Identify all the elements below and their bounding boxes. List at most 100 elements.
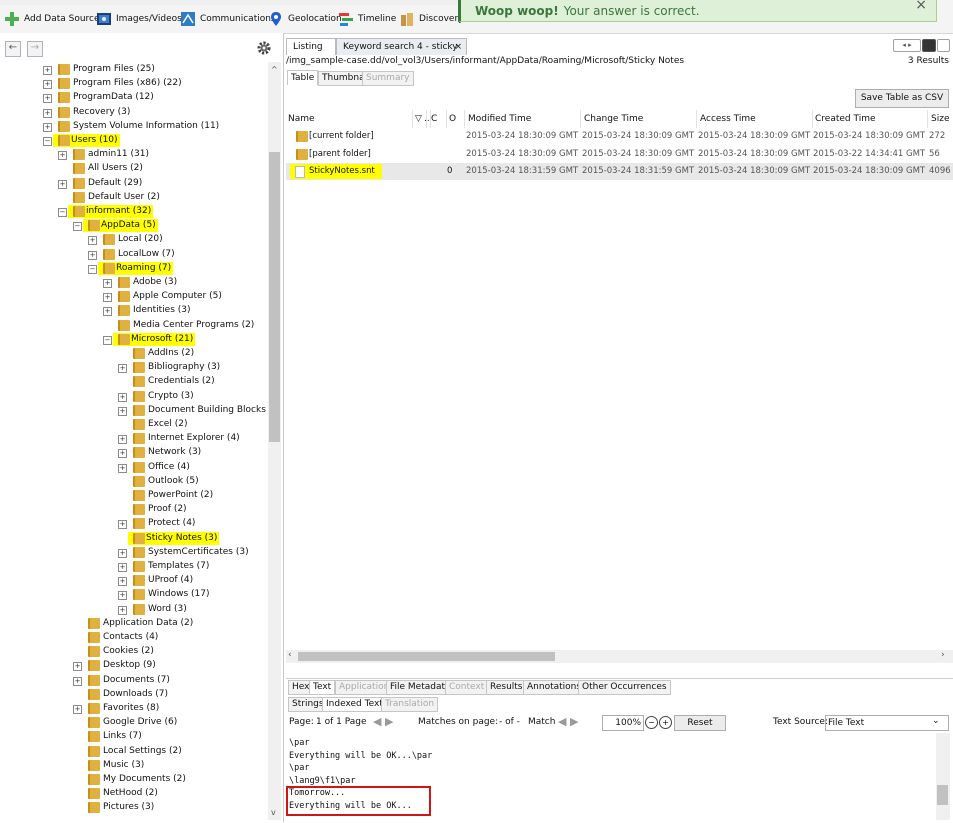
expand-icon[interactable]: +: [118, 605, 127, 615]
col-created-time[interactable]: Created Time: [813, 110, 928, 128]
tree-node[interactable]: Credentials (2): [0, 375, 268, 388]
expand-icon[interactable]: +: [103, 307, 112, 317]
tree-node[interactable]: + SystemCertificates (3): [0, 546, 268, 559]
tree-node[interactable]: + UProof (4): [0, 574, 268, 587]
collapse-icon[interactable]: −: [88, 264, 97, 274]
reset-button[interactable]: Reset: [674, 715, 726, 731]
forward-arrow-icon[interactable]: →: [27, 41, 43, 57]
next-match-arrow-icon[interactable]: ◀ ▶: [558, 715, 578, 728]
discovery-button[interactable]: Discovery: [399, 8, 463, 30]
zoom-in-icon[interactable]: +: [659, 716, 672, 729]
tree-node[interactable]: + Bibliography (3): [0, 361, 268, 374]
tree-node[interactable]: + Local (20): [0, 233, 268, 246]
expand-icon[interactable]: +: [118, 463, 127, 473]
tree-node[interactable]: Cookies (2): [0, 645, 268, 658]
zoom-out-icon[interactable]: −: [645, 716, 658, 729]
back-arrow-icon[interactable]: ←: [5, 41, 21, 57]
tab-summary[interactable]: Summary: [362, 71, 414, 86]
tree-node[interactable]: + Recovery (3): [0, 106, 268, 119]
tab-context[interactable]: Context: [445, 680, 489, 695]
tree-node[interactable]: Default User (2): [0, 191, 268, 204]
tab-text[interactable]: Text: [309, 680, 336, 695]
tree-node[interactable]: − Roaming (7): [0, 261, 268, 275]
tree-node[interactable]: + Adobe (3): [0, 276, 268, 289]
tab-annotations[interactable]: Annotations: [523, 680, 586, 695]
expand-icon[interactable]: +: [43, 94, 52, 104]
col-occurrences[interactable]: O: [447, 110, 465, 128]
expand-icon[interactable]: +: [118, 406, 127, 416]
collapse-icon[interactable]: −: [43, 137, 52, 146]
tree-node[interactable]: + admin11 (31): [0, 148, 268, 161]
tree-node[interactable]: Music (3): [0, 759, 268, 772]
tree-node[interactable]: + Protect (4): [0, 517, 268, 530]
tree-node[interactable]: + Program Files (x86) (22): [0, 77, 268, 90]
tree-node[interactable]: + Network (3): [0, 446, 268, 459]
scroll-down-icon[interactable]: v: [271, 808, 276, 817]
tree-node[interactable]: + Office (4): [0, 461, 268, 474]
col-comment[interactable]: C: [429, 110, 447, 128]
scroll-left-icon[interactable]: ‹: [288, 650, 292, 660]
expand-icon[interactable]: +: [43, 108, 52, 118]
tab-translation[interactable]: Translation: [381, 697, 439, 712]
add-data-source-button[interactable]: Add Data Source: [4, 8, 100, 30]
table-row[interactable]: [parent folder] 2015-03-24 18:30:09 GMT …: [286, 146, 953, 163]
communications-button[interactable]: Communications: [180, 8, 276, 30]
tree-node[interactable]: + Internet Explorer (4): [0, 432, 268, 445]
tree-node[interactable]: + Favorites (8): [0, 702, 268, 715]
tab-listing[interactable]: Listing: [286, 38, 336, 55]
collapse-icon[interactable]: −: [103, 335, 112, 345]
tree-node[interactable]: + LocalLow (7): [0, 248, 268, 261]
tree-node[interactable]: Sticky Notes (3): [0, 531, 268, 545]
tree-node[interactable]: + ProgramData (12): [0, 91, 268, 104]
tree-node[interactable]: All Users (2): [0, 162, 268, 175]
tree-node[interactable]: Local Settings (2): [0, 745, 268, 758]
tree-node[interactable]: Pictures (3): [0, 801, 268, 814]
tree-node[interactable]: + Document Building Blocks (3): [0, 404, 268, 417]
col-modified-time[interactable]: Modified Time: [466, 110, 581, 128]
text-source-select[interactable]: File Text: [825, 715, 949, 731]
timeline-button[interactable]: Timeline: [338, 8, 396, 30]
tree-node[interactable]: Media Center Programs (2): [0, 319, 268, 332]
expand-icon[interactable]: +: [103, 279, 112, 288]
tree-node[interactable]: Outlook (5): [0, 475, 268, 488]
tree-node[interactable]: + Desktop (9): [0, 659, 268, 672]
tree-node[interactable]: + Program Files (25): [0, 63, 268, 76]
col-access-time[interactable]: Access Time: [698, 110, 813, 128]
images-videos-button[interactable]: Images/Videos: [96, 8, 182, 30]
collapse-icon[interactable]: −: [58, 208, 67, 217]
tree-node[interactable]: + Crypto (3): [0, 390, 268, 403]
tree-node[interactable]: Proof (2): [0, 503, 268, 516]
expand-icon[interactable]: +: [43, 80, 52, 90]
prev-page-arrow-icon[interactable]: ◀ ▶: [373, 715, 393, 728]
tree-node[interactable]: My Documents (2): [0, 773, 268, 786]
tree-node[interactable]: Excel (2): [0, 418, 268, 431]
table-scrollbar-thumb[interactable]: [298, 652, 555, 661]
tree-node[interactable]: + Documents (7): [0, 674, 268, 687]
tree-node[interactable]: + Word (3): [0, 603, 268, 616]
maximize-icon[interactable]: [937, 39, 950, 52]
col-name[interactable]: Name: [286, 110, 413, 128]
tree-node[interactable]: Contacts (4): [0, 631, 268, 644]
expand-icon[interactable]: +: [118, 392, 127, 402]
scroll-up-icon[interactable]: ^: [271, 65, 278, 74]
expand-icon[interactable]: +: [118, 435, 127, 445]
expand-icon[interactable]: +: [118, 548, 127, 558]
tree-node[interactable]: Downloads (7): [0, 688, 268, 701]
geolocation-button[interactable]: Geolocation: [268, 8, 342, 30]
expand-icon[interactable]: +: [73, 662, 82, 672]
tree-node[interactable]: PowerPoint (2): [0, 489, 268, 502]
close-icon[interactable]: ×: [915, 0, 927, 13]
expand-icon[interactable]: +: [73, 676, 82, 686]
tab-other-occurrences[interactable]: Other Occurrences: [578, 680, 671, 695]
chevron-down-icon[interactable]: ⌄: [932, 716, 940, 726]
expand-icon[interactable]: +: [118, 364, 127, 374]
expand-icon[interactable]: +: [73, 705, 82, 714]
expand-icon[interactable]: +: [43, 66, 52, 75]
table-row[interactable]: [current folder] 2015-03-24 18:30:09 GMT…: [286, 128, 953, 145]
tab-results[interactable]: Results: [486, 680, 527, 695]
expand-icon[interactable]: +: [88, 250, 97, 260]
expand-icon[interactable]: +: [58, 151, 67, 161]
tree-node[interactable]: + Default (29): [0, 177, 268, 190]
text-scrollbar-thumb[interactable]: [937, 785, 948, 805]
expand-icon[interactable]: +: [118, 563, 127, 572]
